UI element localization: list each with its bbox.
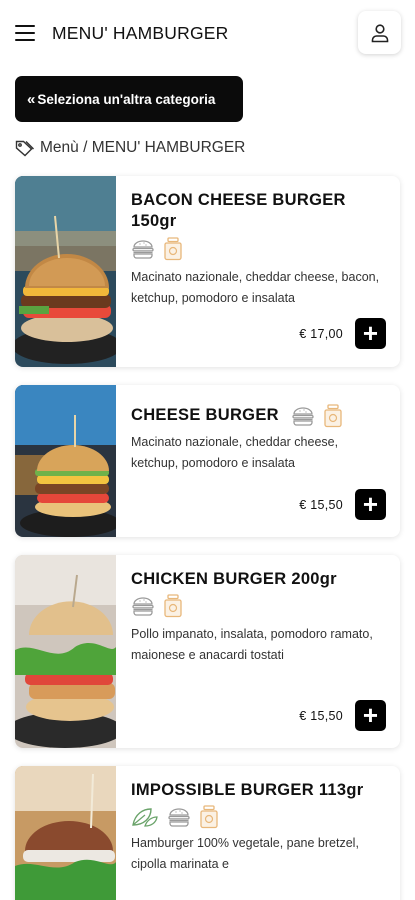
glass-jar-icon: [323, 404, 343, 428]
burger-icon: [291, 406, 315, 426]
product-description: Pollo impanato, insalata, pomodoro ramat…: [131, 627, 373, 662]
product-name: CHEESE BURGER: [131, 406, 279, 425]
product-photo: [15, 176, 116, 367]
product-photo: [15, 385, 116, 537]
breadcrumb: Menù / MENU' HAMBURGER: [15, 139, 245, 157]
product-description: Macinato nazionale, cheddar cheese, baco…: [131, 270, 380, 305]
product-photo: [15, 766, 116, 900]
product-description: Macinato nazionale, cheddar cheese, ketc…: [131, 435, 339, 470]
user-account-button[interactable]: [358, 11, 401, 54]
select-category-label: Seleziona un'altra categoria: [37, 91, 216, 107]
double-chevron-left-icon: «: [27, 90, 35, 108]
top-bar: MENU' HAMBURGER: [0, 0, 415, 66]
glass-jar-icon: [163, 594, 183, 618]
product-price: € 15,50: [299, 497, 343, 512]
glass-jar-icon: [199, 805, 219, 829]
burger-icon: [131, 239, 155, 259]
tag-icon: [15, 139, 35, 157]
user-icon: [371, 23, 388, 42]
product-photo: [15, 555, 116, 748]
product-card[interactable]: CHEESE BURGER Macinato nazionale, chedda…: [15, 385, 400, 537]
plus-icon: +: [362, 699, 379, 730]
add-to-cart-button[interactable]: +: [355, 489, 386, 520]
leaf-icon: [131, 806, 159, 828]
product-name: IMPOSSIBLE BURGER 113gr: [131, 781, 364, 799]
product-price: € 15,50: [299, 708, 343, 723]
add-to-cart-button[interactable]: +: [355, 700, 386, 731]
plus-icon: +: [362, 317, 379, 348]
breadcrumb-text: Menù / MENU' HAMBURGER: [40, 139, 246, 156]
burger-icon: [131, 596, 155, 616]
burger-icon: [167, 807, 191, 827]
add-to-cart-button[interactable]: +: [355, 318, 386, 349]
product-card[interactable]: BACON CHEESE BURGER 150gr Macinato nazio…: [15, 176, 400, 367]
select-category-button[interactable]: « Seleziona un'altra categoria: [15, 76, 243, 122]
glass-jar-icon: [163, 237, 183, 261]
plus-icon: +: [362, 488, 379, 519]
product-name: BACON CHEESE BURGER 150gr: [131, 191, 346, 230]
product-description: Hamburger 100% vegetale, pane bretzel, c…: [131, 836, 359, 871]
product-card[interactable]: IMPOSSIBLE BURGER 113gr Hamburger 100% v…: [15, 766, 400, 900]
product-name: CHICKEN BURGER 200gr: [131, 570, 337, 588]
product-price: € 17,00: [299, 326, 343, 341]
hamburger-menu-icon[interactable]: [15, 25, 35, 41]
page-title: MENU' HAMBURGER: [52, 23, 229, 43]
product-card[interactable]: CHICKEN BURGER 200gr Pollo impanato, ins…: [15, 555, 400, 748]
